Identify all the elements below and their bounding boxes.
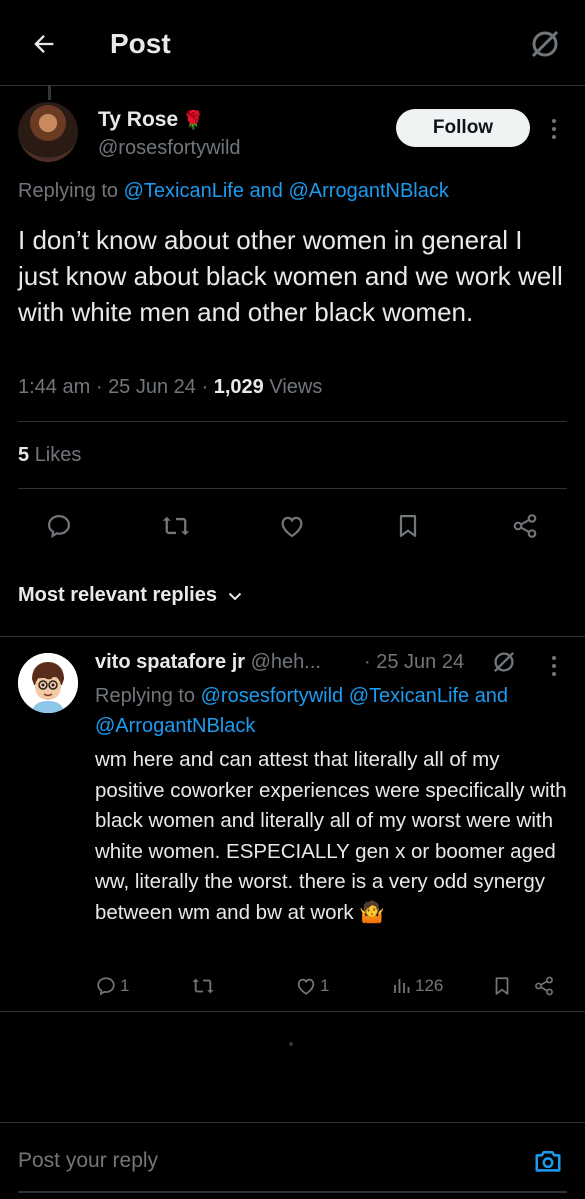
reply-bookmark-button[interactable] (491, 971, 513, 1001)
reply-more-button[interactable] (546, 653, 562, 679)
like-button[interactable] (270, 504, 314, 548)
replying-and: and (249, 180, 283, 202)
tweet-meta: 1:44 am · 25 Jun 24 · 1,029 Views (18, 376, 322, 399)
camera-icon (535, 1151, 561, 1172)
loading-indicator (289, 1042, 293, 1046)
back-arrow-icon (34, 35, 54, 53)
reply-author-name[interactable]: vito spatafore jr (95, 651, 245, 673)
more-icon-dot (552, 135, 556, 139)
tweet-time[interactable]: 1:44 am (18, 376, 90, 398)
reply-repost-button[interactable] (191, 971, 215, 1001)
reply-grok-button[interactable] (491, 649, 517, 675)
composer-divider (18, 1191, 567, 1193)
reply-icon (97, 977, 115, 996)
likes-count: 5 (18, 444, 30, 466)
cartoon-avatar-icon (18, 653, 78, 713)
more-icon (552, 119, 556, 123)
reply-reply-count: 1 (120, 976, 130, 995)
tweet-author-row: Ty Rose 🌹 @rosesfortywild Follow (18, 102, 568, 162)
mention-link[interactable]: @ArrogantNBlack (95, 715, 255, 737)
reply-header: vito spatafore jr @heh... (95, 651, 555, 674)
divider (18, 488, 567, 489)
tweet-text: I don’t know about other women in genera… (18, 225, 563, 327)
like-icon (297, 978, 315, 995)
rose-icon: 🌹 (182, 110, 205, 130)
author-avatar[interactable] (18, 102, 78, 162)
repost-icon (192, 978, 214, 994)
reply-composer (0, 1122, 585, 1199)
bookmark-button[interactable] (386, 504, 430, 548)
author-handle[interactable]: @rosesfortywild (98, 137, 241, 160)
reply-action-bar: 1 1 126 (95, 971, 565, 1001)
reply-avatar[interactable] (18, 653, 78, 713)
camera-button[interactable] (532, 1145, 564, 1177)
reply-button[interactable] (37, 504, 81, 548)
reply-reply-button[interactable]: 1 (95, 971, 129, 1001)
share-icon (513, 514, 537, 538)
share-button[interactable] (503, 504, 547, 548)
meta-separator: · (201, 376, 209, 398)
sort-label: Most relevant replies (18, 584, 217, 606)
grok-button[interactable] (525, 24, 565, 64)
reply-item[interactable]: vito spatafore jr @heh... · 25 Jun 24 Re… (0, 636, 585, 1012)
bookmark-icon (399, 514, 417, 538)
more-icon-dot (552, 672, 556, 676)
follow-button[interactable]: Follow (396, 109, 530, 147)
likes-count-row[interactable]: 5 Likes (18, 444, 81, 467)
reply-date[interactable]: · 25 Jun 24 (364, 651, 464, 674)
share-icon (535, 976, 553, 996)
mention-link[interactable]: @ArrogantNBlack (289, 180, 449, 202)
author-name-text: Ty Rose (98, 108, 179, 131)
reply-author-handle[interactable]: @heh... (251, 651, 321, 673)
reply-like-count: 1 (320, 976, 330, 995)
views-count: 1,029 (213, 376, 264, 398)
reply-input[interactable] (18, 1149, 498, 1173)
repost-icon (162, 516, 190, 536)
more-icon-dot (552, 127, 556, 131)
more-icon (552, 656, 556, 660)
tweet-action-bar (0, 504, 585, 548)
replying-prefix: Replying to (18, 180, 119, 202)
replying-to-line: Replying to @TexicanLife and @ArrogantNB… (18, 180, 449, 203)
replying-and: and (474, 685, 509, 707)
reply-text: wm here and can attest that literally al… (95, 748, 567, 924)
reply-view-count: 126 (415, 976, 444, 995)
back-button[interactable] (26, 26, 62, 62)
replies-sort-dropdown[interactable]: Most relevant replies (18, 584, 243, 607)
reply-like-button[interactable]: 1 (295, 971, 329, 1001)
page-title: Post (110, 28, 171, 59)
top-bar: Post (0, 0, 585, 86)
replying-prefix: Replying to (95, 685, 196, 707)
mention-link[interactable]: @rosesfortywild (201, 685, 344, 707)
reply-icon (47, 514, 71, 539)
grok-icon (531, 30, 559, 58)
divider (18, 421, 567, 422)
reply-share-button[interactable] (533, 971, 555, 1001)
meta-separator: · (95, 376, 103, 398)
mention-link[interactable]: @TexicanLife (124, 180, 244, 202)
more-icon-dot (552, 664, 556, 668)
bookmark-icon (495, 977, 509, 995)
reply-replying-to: Replying to @rosesfortywild @TexicanLife… (95, 681, 565, 741)
mention-link[interactable]: @TexicanLife (349, 685, 469, 707)
author-name[interactable]: Ty Rose 🌹 (98, 108, 205, 132)
reply-views-button[interactable]: 126 (392, 971, 443, 1001)
like-icon (281, 516, 303, 538)
more-options-button[interactable] (546, 114, 562, 144)
views-label: Views (269, 376, 323, 398)
views-icon (394, 979, 410, 993)
thread-connector-line (48, 86, 51, 100)
chevron-down-icon (228, 592, 242, 600)
repost-button[interactable] (154, 504, 198, 548)
likes-label: Likes (34, 444, 82, 466)
tweet-date[interactable]: 25 Jun 24 (108, 376, 196, 398)
grok-icon (494, 652, 514, 672)
